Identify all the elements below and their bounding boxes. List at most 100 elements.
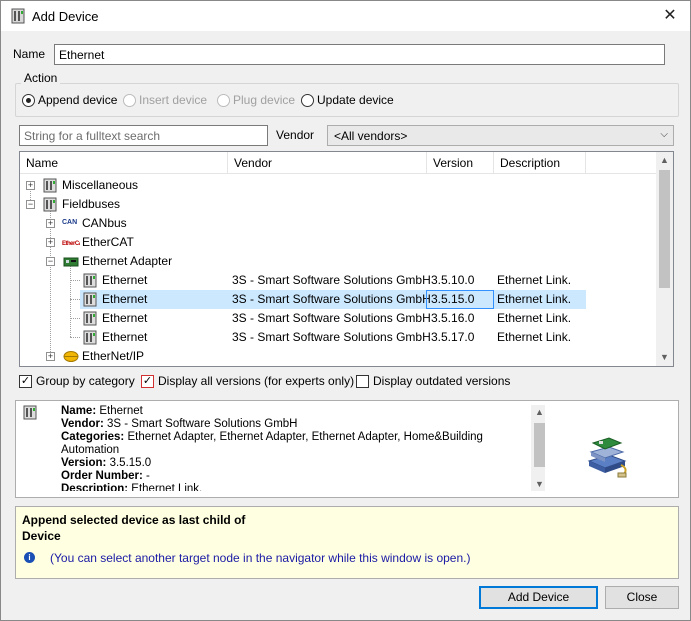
device-icon [11,8,25,24]
insert-device-radio[interactable]: Insert device [123,93,207,107]
tree-row-ethernet-3-5-15-0[interactable]: Ethernet 3S - Smart Software Solutions G… [80,290,586,309]
radio-dot [22,93,35,107]
tree-row-canbus[interactable]: + CAN CANbus [20,214,620,233]
tree-row-ethernet-3-5-10-0[interactable]: Ethernet 3S - Smart Software Solutions G… [20,271,657,290]
column-header-vendor[interactable]: Vendor [228,152,427,174]
info-vendor-label: Vendor: [61,418,104,430]
column-header-description[interactable]: Description [494,152,586,174]
plug-device-label: Plug device [233,93,296,107]
info-order-label: Order Number: [61,470,143,482]
group-by-category-checkbox[interactable]: ✓ Group by category [19,374,135,388]
scroll-thumb[interactable] [659,170,670,288]
title-bar[interactable]: Add Device ✕ [1,1,690,31]
display-all-versions-label: Display all versions (for experts only) [158,374,355,388]
device-vendor: 3S - Smart Software Solutions GmbH [232,311,431,325]
close-button[interactable]: Close [605,586,679,609]
device-name: Ethernet [102,273,148,287]
group-by-category-label: Group by category [36,374,135,388]
device-icon [43,197,57,212]
info-name-label: Name: [61,405,97,417]
info-version-value: 3.5.15.0 [109,457,152,469]
device-vendor: 3S - Smart Software Solutions GmbH [232,330,431,344]
tree-row-fieldbuses[interactable]: − Fieldbuses [20,195,620,214]
device-version: 3.5.17.0 [431,330,475,344]
checkmark-icon: ✓ [19,374,32,388]
device-version: 3.5.10.0 [431,273,475,287]
device-version: 3.5.16.0 [431,311,475,325]
window-title: Add Device [32,9,99,24]
display-outdated-label: Display outdated versions [373,374,511,388]
scroll-up-icon[interactable]: ▲ [656,152,673,169]
chevron-down-icon: ⌵ [660,129,668,140]
tree-row-label: Miscellaneous [62,178,139,192]
append-device-label: Append device [38,93,118,107]
add-device-button[interactable]: Add Device [479,586,598,609]
radio-dot [301,93,314,107]
column-header-version[interactable]: Version [427,152,494,174]
device-description: Ethernet Link. [497,292,572,306]
display-outdated-versions-checkbox[interactable]: Display outdated versions [356,374,510,388]
info-description-label: Description: [61,483,129,491]
tree-row-miscellaneous[interactable]: + Miscellaneous [20,176,620,195]
device-description: Ethernet Link. [497,273,572,287]
tree-scrollbar[interactable]: ▲ ▼ [656,152,673,366]
device-stack-icon [587,437,627,478]
device-description: Ethernet Link. [497,311,572,325]
expand-icon[interactable]: + [46,219,55,228]
device-icon [83,292,97,307]
info-version-label: Version: [61,457,107,469]
device-tree[interactable]: Name Vendor Version Description + Miscel… [19,151,674,367]
info-icon: i [24,552,35,563]
expand-icon[interactable]: + [46,352,55,361]
info-order-value: - [146,470,150,482]
device-vendor: 3S - Smart Software Solutions GmbH [232,292,431,306]
tree-row-ethercat[interactable]: + EtherCAT EtherCAT [20,233,620,252]
fulltext-search-input[interactable] [19,125,268,146]
tree-row-ethernet-adapter[interactable]: − Ethernet Adapter [20,252,620,271]
canbus-icon: CAN [62,219,78,226]
info-description-value: Ethernet Link. [131,483,203,491]
notice-line-1: Append selected device as last child of [22,513,246,527]
tree-row-ethernet-3-5-16-0[interactable]: Ethernet 3S - Smart Software Solutions G… [20,309,657,328]
device-name: Ethernet [102,330,148,344]
checkmark-icon: ✓ [141,374,154,388]
device-info-text: Name: Ethernet Vendor: 3S - Smart Softwa… [61,405,521,491]
device-icon [43,178,57,193]
tree-row-label: Ethernet Adapter [82,254,173,268]
update-device-radio[interactable]: Update device [301,93,394,107]
device-version: 3.5.15.0 [431,292,475,306]
scroll-thumb[interactable] [534,423,545,467]
append-device-radio[interactable]: Append device [22,93,117,107]
notice-hint: (You can select another target node in t… [50,551,471,565]
close-icon[interactable]: ✕ [656,5,684,27]
tree-row-label: EtherCAT [82,235,134,249]
info-categories-label: Categories: [61,431,125,443]
scroll-down-icon[interactable]: ▼ [656,349,673,366]
info-categories-value: Ethernet Adapter, Ethernet Adapter, Ethe… [61,431,483,456]
tree-row-label: EtherNet/IP [82,349,145,363]
radio-dot [123,93,136,107]
update-device-label: Update device [317,93,394,107]
expand-icon[interactable]: + [46,238,55,247]
device-icon [23,405,37,420]
tree-row-ethernet-3-5-17-0[interactable]: Ethernet 3S - Smart Software Solutions G… [20,328,657,347]
collapse-icon[interactable]: − [46,257,55,266]
tree-line [70,299,80,300]
expand-icon[interactable]: + [26,181,35,190]
action-legend: Action [21,71,61,85]
info-vendor-value: 3S - Smart Software Solutions GmbH [107,418,298,430]
vendor-label: Vendor [276,128,315,142]
display-all-versions-checkbox[interactable]: ✓ Display all versions (for experts only… [141,374,354,388]
name-field[interactable] [54,44,665,65]
radio-dot [217,93,230,107]
ethernet-adapter-icon [63,257,79,267]
vendor-select-value: <All vendors> [334,129,408,143]
column-header-name[interactable]: Name [20,152,228,174]
plug-device-radio[interactable]: Plug device [217,93,295,107]
device-name: Ethernet [102,311,148,325]
vendor-select[interactable]: <All vendors> ⌵ [327,125,674,146]
device-icon [83,273,97,288]
device-vendor: 3S - Smart Software Solutions GmbH [232,273,431,287]
tree-row-ethernetip[interactable]: + EtherNet/IP [20,347,620,366]
collapse-icon[interactable]: − [26,200,35,209]
